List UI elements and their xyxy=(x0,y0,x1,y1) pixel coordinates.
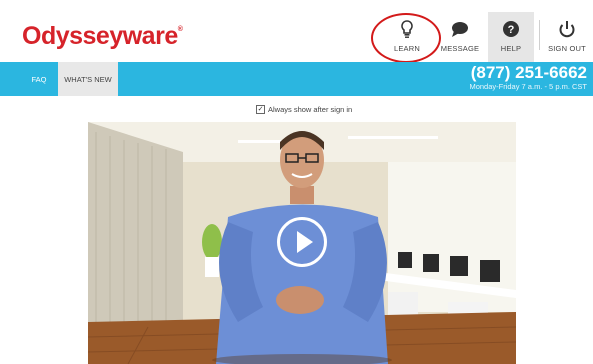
always-show-checkbox[interactable]: ✓ xyxy=(256,105,265,114)
play-button[interactable] xyxy=(277,217,327,267)
sign-out-button[interactable]: SIGN OUT xyxy=(547,12,587,62)
svg-text:?: ? xyxy=(508,24,515,36)
subnav-bar: FAQ WHAT'S NEW (877) 251-6662 Monday-Fri… xyxy=(0,62,593,96)
play-icon xyxy=(296,231,313,253)
logo-text: Odysseyware xyxy=(22,22,178,50)
message-label: MESSAGE xyxy=(440,44,480,53)
question-circle-icon: ? xyxy=(503,21,519,37)
message-button[interactable]: MESSAGE xyxy=(438,12,482,62)
sign-out-label: SIGN OUT xyxy=(548,44,586,53)
learn-button[interactable]: LEARN xyxy=(385,12,429,62)
power-icon xyxy=(559,21,575,38)
always-show-option[interactable]: ✓ Always show after sign in xyxy=(256,105,352,114)
help-label: HELP xyxy=(500,44,522,53)
support-phone: (877) 251-6662 xyxy=(470,63,587,82)
tab-faq[interactable]: FAQ xyxy=(20,62,58,96)
odysseyware-logo[interactable]: Odysseyware® xyxy=(22,22,183,51)
learn-label: LEARN xyxy=(393,44,420,53)
always-show-label: Always show after sign in xyxy=(268,105,353,114)
speech-bubble-icon xyxy=(452,22,468,37)
help-button[interactable]: ? HELP xyxy=(488,12,534,62)
top-header: Odysseyware® LEARN MESSAGE ? HELP SIGN O… xyxy=(0,0,593,63)
tab-whats-new[interactable]: WHAT'S NEW xyxy=(58,62,118,96)
nav-divider xyxy=(539,20,540,50)
lightbulb-icon xyxy=(401,20,413,38)
registered-mark: ® xyxy=(177,26,183,33)
support-hours: Monday-Friday 7 a.m. - 5 p.m. CST xyxy=(469,82,587,91)
